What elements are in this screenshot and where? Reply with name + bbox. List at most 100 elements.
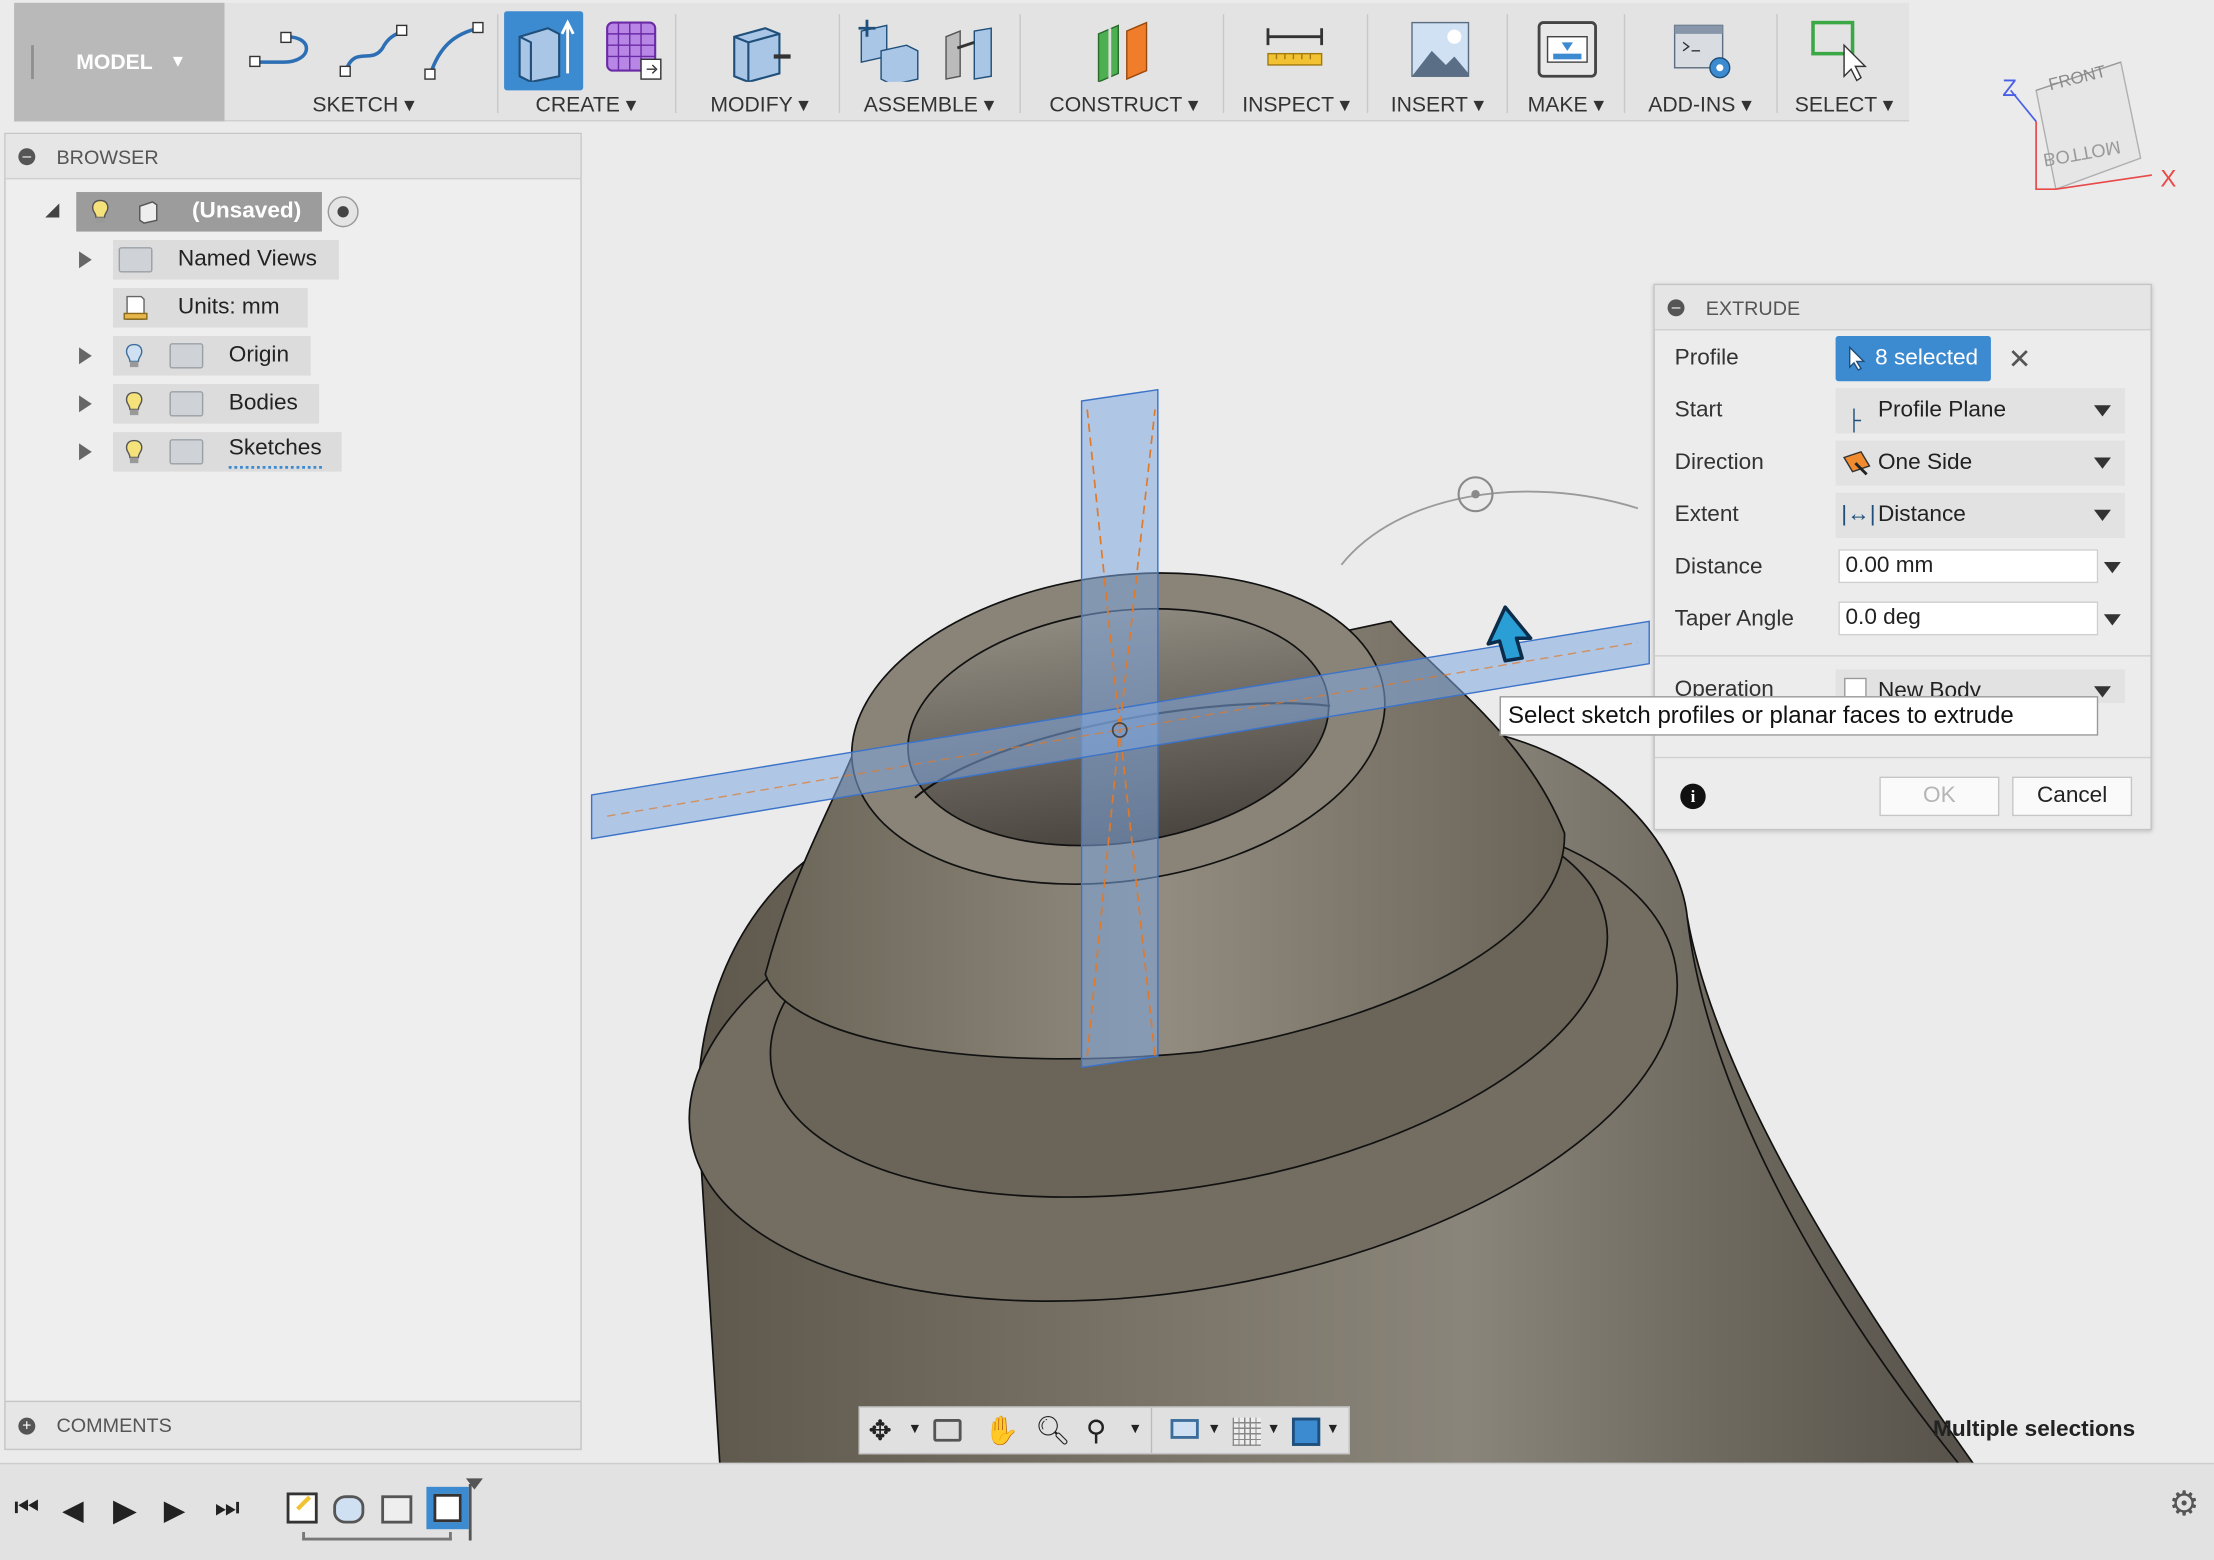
construct-label: CONSTRUCT: [1049, 93, 1182, 118]
taper-angle-input[interactable]: 0.0 deg: [1838, 601, 2099, 636]
comments-panel[interactable]: + COMMENTS: [4, 1400, 582, 1451]
make-label: MAKE: [1527, 93, 1588, 118]
collapse-triangle-icon[interactable]: [45, 203, 60, 218]
ok-button[interactable]: OK: [1879, 776, 2000, 817]
assemble-icon: [858, 19, 992, 82]
fit-zoom-icon[interactable]: ⚲: [1086, 1413, 1107, 1448]
info-icon[interactable]: i: [1680, 783, 1706, 810]
profile-select-button[interactable]: 8 selected: [1835, 336, 1991, 382]
activate-radio[interactable]: [327, 196, 359, 228]
root-label: (Unsaved): [192, 199, 302, 224]
grip-handle: [31, 45, 34, 80]
select-label: SELECT: [1794, 93, 1877, 118]
lightbulb-off-icon[interactable]: [124, 343, 144, 368]
step-forward-icon[interactable]: ▶: [164, 1492, 195, 1526]
select-group[interactable]: SELECT ▾: [1779, 3, 1909, 122]
browser-root[interactable]: (Unsaved): [40, 192, 379, 232]
browser-item-origin[interactable]: Origin: [73, 336, 355, 376]
direction-dropdown[interactable]: One Side: [1835, 440, 2126, 486]
workspace-switcher[interactable]: MODEL ▼: [14, 2, 225, 122]
extent-value: Distance: [1877, 502, 1966, 527]
cancel-button[interactable]: Cancel: [2012, 776, 2133, 817]
chevron-down-icon[interactable]: ▼: [1128, 1422, 1142, 1438]
lightbulb-icon[interactable]: [90, 199, 110, 224]
grid-icon[interactable]: [1232, 1417, 1261, 1446]
construct-group[interactable]: CONSTRUCT ▾: [1025, 3, 1223, 122]
lightbulb-icon[interactable]: [124, 439, 144, 464]
toolbar: MODEL ▼ SKETCH ▾ CREATE ▾ MODIFY ▾ ASSEM…: [14, 2, 1910, 122]
expand-plus-icon[interactable]: +: [18, 1417, 36, 1435]
expand-triangle-icon[interactable]: [79, 347, 92, 365]
distance-input[interactable]: 0.00 mm: [1838, 549, 2099, 584]
chevron-down-icon[interactable]: ▼: [1326, 1422, 1340, 1438]
look-at-icon[interactable]: [933, 1419, 962, 1442]
sketches-label: Sketches: [228, 432, 322, 469]
modify-group[interactable]: MODIFY ▾: [683, 3, 835, 122]
modify-label: MODIFY: [710, 93, 793, 118]
sketch-label: SKETCH: [312, 93, 399, 118]
viewports-icon[interactable]: [1291, 1417, 1321, 1446]
units-icon: [123, 295, 148, 320]
sketch-group[interactable]: SKETCH ▾: [233, 3, 494, 122]
distance-dropdown-arrow[interactable]: [2103, 561, 2121, 574]
insert-group[interactable]: INSERT ▾: [1370, 3, 1506, 122]
clear-selection-icon[interactable]: ✕: [2008, 342, 2032, 377]
gear-icon[interactable]: ⚙: [2169, 1484, 2199, 1525]
extrude-feature-icon[interactable]: [381, 1495, 413, 1524]
direction-value: One Side: [1877, 450, 1973, 475]
collapse-icon[interactable]: –: [18, 148, 36, 166]
axis-z-label: Z: [2002, 75, 2017, 102]
bodies-label: Bodies: [228, 391, 298, 416]
start-dropdown[interactable]: ├ Profile Plane: [1835, 388, 2126, 434]
play-icon[interactable]: ▶: [113, 1492, 144, 1527]
add-ins-group[interactable]: ADD-INS ▾: [1627, 3, 1774, 122]
comments-title: COMMENTS: [56, 1413, 172, 1437]
revolve-feature-icon[interactable]: [333, 1495, 365, 1524]
distance-label: Distance: [1674, 554, 1763, 579]
cursor-arrow-icon: [1849, 345, 1866, 371]
chevron-down-icon[interactable]: ▼: [908, 1422, 922, 1438]
browser-item-units[interactable]: Units: mm: [73, 288, 355, 328]
inspect-group[interactable]: INSPECT ▾: [1226, 3, 1367, 122]
select-window-icon: [1811, 20, 1867, 82]
assemble-label: ASSEMBLE: [863, 93, 978, 118]
pan-hand-icon[interactable]: ✋: [984, 1413, 1019, 1448]
expand-triangle-icon[interactable]: [79, 443, 92, 461]
taper-dropdown-arrow[interactable]: [2103, 614, 2121, 626]
display-settings-icon[interactable]: [1170, 1419, 1199, 1439]
inspect-label: INSPECT: [1242, 93, 1334, 118]
lightbulb-icon[interactable]: [124, 391, 144, 416]
insert-label: INSERT: [1390, 93, 1468, 118]
browser-header[interactable]: – BROWSER: [5, 134, 581, 180]
extrude-dialog-header[interactable]: – EXTRUDE: [1654, 285, 2151, 331]
expand-triangle-icon[interactable]: [79, 395, 92, 413]
zoom-icon[interactable]: 🔍︎: [1035, 1413, 1071, 1448]
feature-group-bracket: [302, 1532, 452, 1541]
go-to-start-icon[interactable]: ⏮: [14, 1492, 45, 1526]
step-back-icon[interactable]: ◀: [62, 1492, 93, 1526]
chevron-down-icon[interactable]: ▼: [1207, 1422, 1221, 1438]
orbit-icon[interactable]: ✥: [868, 1413, 892, 1448]
create-label: CREATE: [535, 93, 620, 118]
expand-triangle-icon[interactable]: [79, 251, 92, 269]
extent-dropdown[interactable]: |↔| Distance: [1835, 492, 2126, 538]
browser-item-sketches[interactable]: Sketches: [73, 432, 355, 472]
assemble-group[interactable]: ASSEMBLE ▾: [844, 3, 1013, 122]
active-sketch-feature-icon[interactable]: [426, 1486, 469, 1530]
component-icon: [139, 201, 158, 224]
sketch-feature-icon[interactable]: [286, 1492, 318, 1524]
make-group[interactable]: MAKE ▾: [1508, 3, 1624, 122]
add-ins-label: ADD-INS: [1648, 93, 1736, 118]
timeline-marker-line: [468, 1484, 472, 1541]
create-group[interactable]: CREATE ▾: [501, 3, 670, 122]
go-to-end-icon[interactable]: ⏭: [215, 1492, 246, 1526]
construct-plane-icon: [1097, 21, 1148, 82]
sketch-tools-icon: [249, 21, 484, 80]
folder-icon: [169, 439, 204, 465]
chevron-down-icon[interactable]: ▼: [1267, 1422, 1281, 1438]
browser-item-named-views[interactable]: Named Views: [73, 240, 355, 280]
profile-plane-icon: ├: [1846, 408, 1861, 431]
start-label: Start: [1674, 398, 1723, 423]
browser-item-bodies[interactable]: Bodies: [73, 384, 355, 424]
collapse-icon[interactable]: –: [1667, 299, 1685, 317]
